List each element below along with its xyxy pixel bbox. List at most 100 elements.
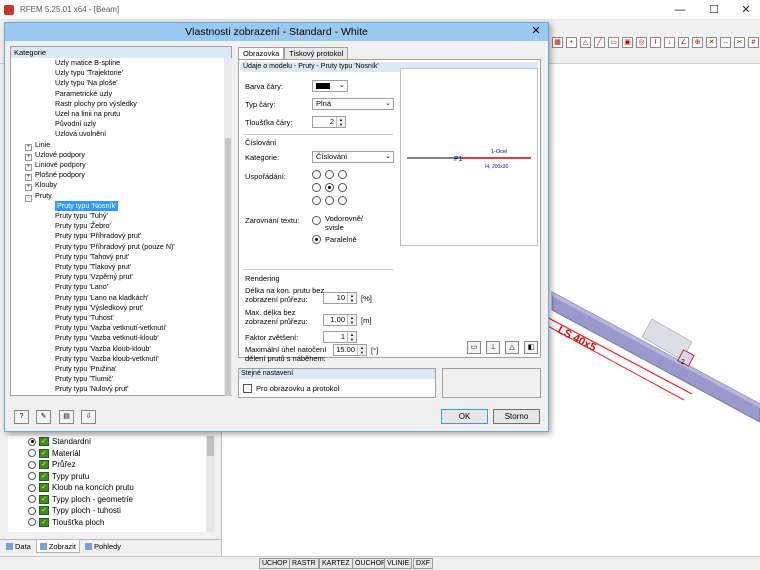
cut-icon[interactable]: ✂ [734,37,745,48]
guideline-button[interactable]: VLINIE [384,558,413,569]
axes-icon[interactable]: ⊥ [486,341,500,354]
close-app-button[interactable]: ✕ [738,2,754,18]
navigator-item[interactable]: ✓ Typy ploch - tuhosti [28,505,121,516]
maximize-button[interactable]: ☐ [706,2,722,18]
radio-icon[interactable] [28,483,36,492]
length-spinner[interactable]: 10 ▲ ▼ [323,292,357,304]
tab-data[interactable]: Data [3,540,34,553]
tree-item[interactable]: Pruty typu 'Tuhý' [55,211,108,221]
align-parallel-radio[interactable] [312,235,321,244]
line-color-picker[interactable]: ⌄ [312,80,348,92]
tab-obrazovka[interactable]: Obrazovka [238,47,285,59]
spinner-arrows-icon[interactable]: ▲ ▼ [357,345,366,355]
tree-item[interactable]: Pruty typu 'Vazba vetknutí-kloub' [55,333,159,343]
angle-icon[interactable]: ∠ [678,37,689,48]
defaults-icon[interactable]: ▤ [59,410,74,424]
tree-item[interactable]: Pruty typu 'Vazba kloub-vetknutí' [55,354,159,364]
warning-icon[interactable]: △ [505,341,519,354]
tree-scrollbar[interactable] [224,58,232,396]
tree-item[interactable]: Pruty typu 'Žebro' [55,221,111,231]
tree-item[interactable]: Pruty typu 'Vazba vetknutí-vetknutí' [55,323,167,333]
spinner-arrows-icon[interactable]: ▲ ▼ [347,293,356,303]
tree-item[interactable]: Pruty typu 'Příhradový prut (pouze N)' [55,242,175,252]
navigator-item[interactable]: ✓ Typy ploch - geometrie [28,494,133,505]
tree-item[interactable]: Pruty typu 'Výsledkový prut' [55,303,143,313]
tree-item[interactable]: Pruty typu 'Vzpěrný prut' [55,272,133,282]
navigator-item[interactable]: ✓ Průřez [28,459,76,470]
tab-tiskovy-protokol[interactable]: Tiskový protokol [284,47,349,59]
dxf-button[interactable]: DXF [413,558,433,569]
section-icon[interactable]: Ι [650,37,661,48]
arrangement-radio-tc[interactable] [325,170,334,179]
tree-item[interactable]: Uzly matice B-spline [55,58,120,68]
tree-item[interactable]: Původní uzly [55,119,96,129]
tree-item[interactable]: − Pruty [25,191,52,202]
node-icon[interactable]: • [566,37,577,48]
line-width-spinner[interactable]: 2 ▲ ▼ [312,116,346,128]
radio-icon[interactable] [28,495,36,503]
tree-item[interactable]: + Klouby [25,180,57,192]
hinge-icon[interactable]: ◎ [636,37,647,48]
navigator-item[interactable]: ✓ Tloušťka ploch [28,517,104,528]
tree-item[interactable]: Pruty typu 'Nosník' [55,200,119,211]
tree-item[interactable]: Pruty typu 'Tuhost' [55,313,114,323]
help-icon[interactable]: ? [14,410,29,424]
spinner-arrows-icon[interactable]: ▲ ▼ [347,332,356,342]
cancel-button[interactable]: Storno [493,409,540,424]
tree-item[interactable]: Pruty typu 'Lano' [55,282,108,292]
tree-item[interactable]: Pruty typu 'Příhradový prut' [55,231,141,241]
tab-pohledy[interactable]: Pohledy [82,540,124,553]
tree-item[interactable]: + Linie [25,140,50,151]
support-icon[interactable]: △ [580,37,591,48]
release-icon[interactable]: ⊕ [692,37,703,48]
tree-item[interactable]: Parametrické uzly [55,89,112,99]
grid-button[interactable]: RASTR [289,558,319,569]
tree-item[interactable]: Pruty typu 'Tlumič' [55,374,113,384]
tree-item[interactable]: Pruty typu 'Lano na kladkách' [55,293,148,303]
arrangement-radio-br[interactable] [338,196,347,205]
spinner-arrows-icon[interactable]: ▲ ▼ [336,117,345,127]
align-horizontal-radio[interactable] [312,216,321,225]
reset-icon[interactable]: ◧ [524,341,538,354]
arrangement-radio-mr[interactable] [338,183,347,192]
collapse-icon[interactable]: − [25,194,32,202]
navigator-scrollbar[interactable] [206,436,215,532]
dialog-close-button[interactable]: ✕ [528,24,544,38]
cartesian-button[interactable]: KARTEZ [319,558,353,569]
tree-item[interactable]: Pruty typu 'Tlakový prut' [55,262,131,272]
arrangement-radio-ml[interactable] [312,183,321,192]
arrangement-radio-tr[interactable] [338,170,347,179]
spinner-arrows-icon[interactable]: ▲ ▼ [347,315,356,325]
ok-button[interactable]: OK [441,409,488,424]
solid-icon[interactable]: ▣ [622,37,633,48]
navigator-item[interactable]: ✓ Kloub na koncích prutu [28,482,134,493]
mesh-icon[interactable]: # [748,37,759,48]
tree-item[interactable]: Rastr plochy pro výsledky [55,99,137,109]
surface-icon[interactable]: ▭ [608,37,619,48]
tree-item[interactable]: Uzly typu 'Na ploše' [55,78,118,88]
radio-icon[interactable] [28,460,36,469]
zoom-factor-spinner[interactable]: 1 ▲ ▼ [323,331,357,343]
tree-item[interactable]: Uzel na linii na prutu [55,109,120,119]
grid-icon[interactable]: ▦ [552,37,563,48]
same-settings-checkbox[interactable] [243,384,252,393]
load-icon[interactable]: ↓ [664,37,675,48]
radio-icon[interactable] [28,437,36,446]
line-type-select[interactable]: Plná ⌄ [312,98,394,110]
tree-item[interactable]: + Liniové podpory [25,160,86,171]
tree-item[interactable]: + Uzlové podpory [25,150,85,161]
arrangement-radio-bl[interactable] [312,196,321,205]
measure-icon[interactable]: ↔ [720,37,731,48]
snap-button[interactable]: UCHOP [259,558,291,569]
radio-icon[interactable] [28,518,36,526]
delete-icon[interactable]: ✕ [706,37,717,48]
arrangement-radio-bc[interactable] [325,196,334,205]
radio-icon[interactable] [28,472,36,480]
tree-item[interactable]: Pruty typu 'Nulový prut' [55,384,128,394]
category-select[interactable]: Číslování ⌄ [312,151,394,163]
tree-item[interactable]: Pruty typu 'Vazba kloub-kloub' [55,344,151,354]
arrangement-radio-tl[interactable] [312,170,321,179]
tree-item[interactable]: Pruty typu 'Pružina' [55,364,116,374]
navigator-item[interactable]: ✓ Typy prutu [28,471,89,482]
radio-icon[interactable] [28,449,36,457]
